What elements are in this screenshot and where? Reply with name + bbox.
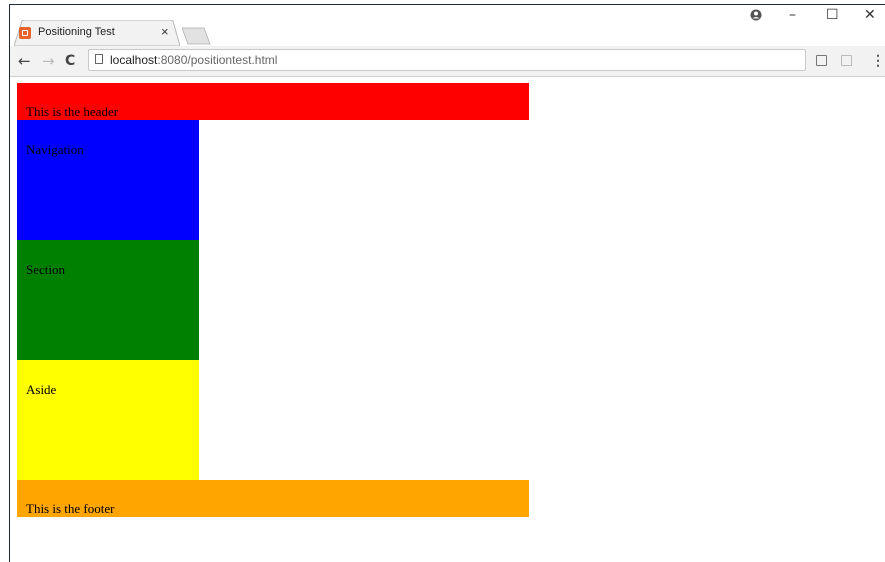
maximize-button[interactable]: ☐ bbox=[826, 7, 839, 23]
xampp-icon bbox=[19, 27, 31, 39]
minimize-button[interactable]: – bbox=[789, 7, 796, 23]
header-text: This is the header bbox=[26, 104, 119, 119]
tab-title: Positioning Test bbox=[38, 26, 115, 38]
aside-text: Aside bbox=[26, 382, 57, 397]
page-section: Section bbox=[17, 240, 199, 360]
close-tab-icon[interactable]: × bbox=[161, 24, 169, 40]
url-host: localhost bbox=[110, 53, 158, 67]
page-header: This is the header bbox=[17, 83, 529, 120]
back-button[interactable]: ← bbox=[18, 51, 31, 71]
page-footer: This is the footer bbox=[17, 480, 529, 517]
profile-icon[interactable] bbox=[750, 9, 762, 25]
profile-icon-graphic bbox=[750, 9, 762, 21]
url-path: :8080/positiontest.html bbox=[157, 53, 278, 67]
page-navigation: Navigation bbox=[17, 120, 199, 240]
pdf-extension-icon[interactable] bbox=[841, 55, 852, 66]
forward-button[interactable]: → bbox=[42, 51, 55, 71]
navigation-text: Navigation bbox=[26, 142, 84, 157]
page-icon bbox=[95, 54, 103, 64]
menu-icon[interactable]: ⋮ bbox=[871, 52, 885, 68]
close-window-button[interactable]: ✕ bbox=[864, 7, 876, 23]
footer-text: This is the footer bbox=[26, 501, 115, 516]
reload-button[interactable]: C bbox=[65, 51, 75, 71]
url-text[interactable]: localhost:8080/positiontest.html bbox=[110, 53, 277, 67]
extension-icon[interactable] bbox=[816, 55, 827, 66]
new-tab-button[interactable] bbox=[182, 27, 212, 45]
section-text: Section bbox=[26, 262, 65, 277]
page-aside: Aside bbox=[17, 360, 199, 480]
